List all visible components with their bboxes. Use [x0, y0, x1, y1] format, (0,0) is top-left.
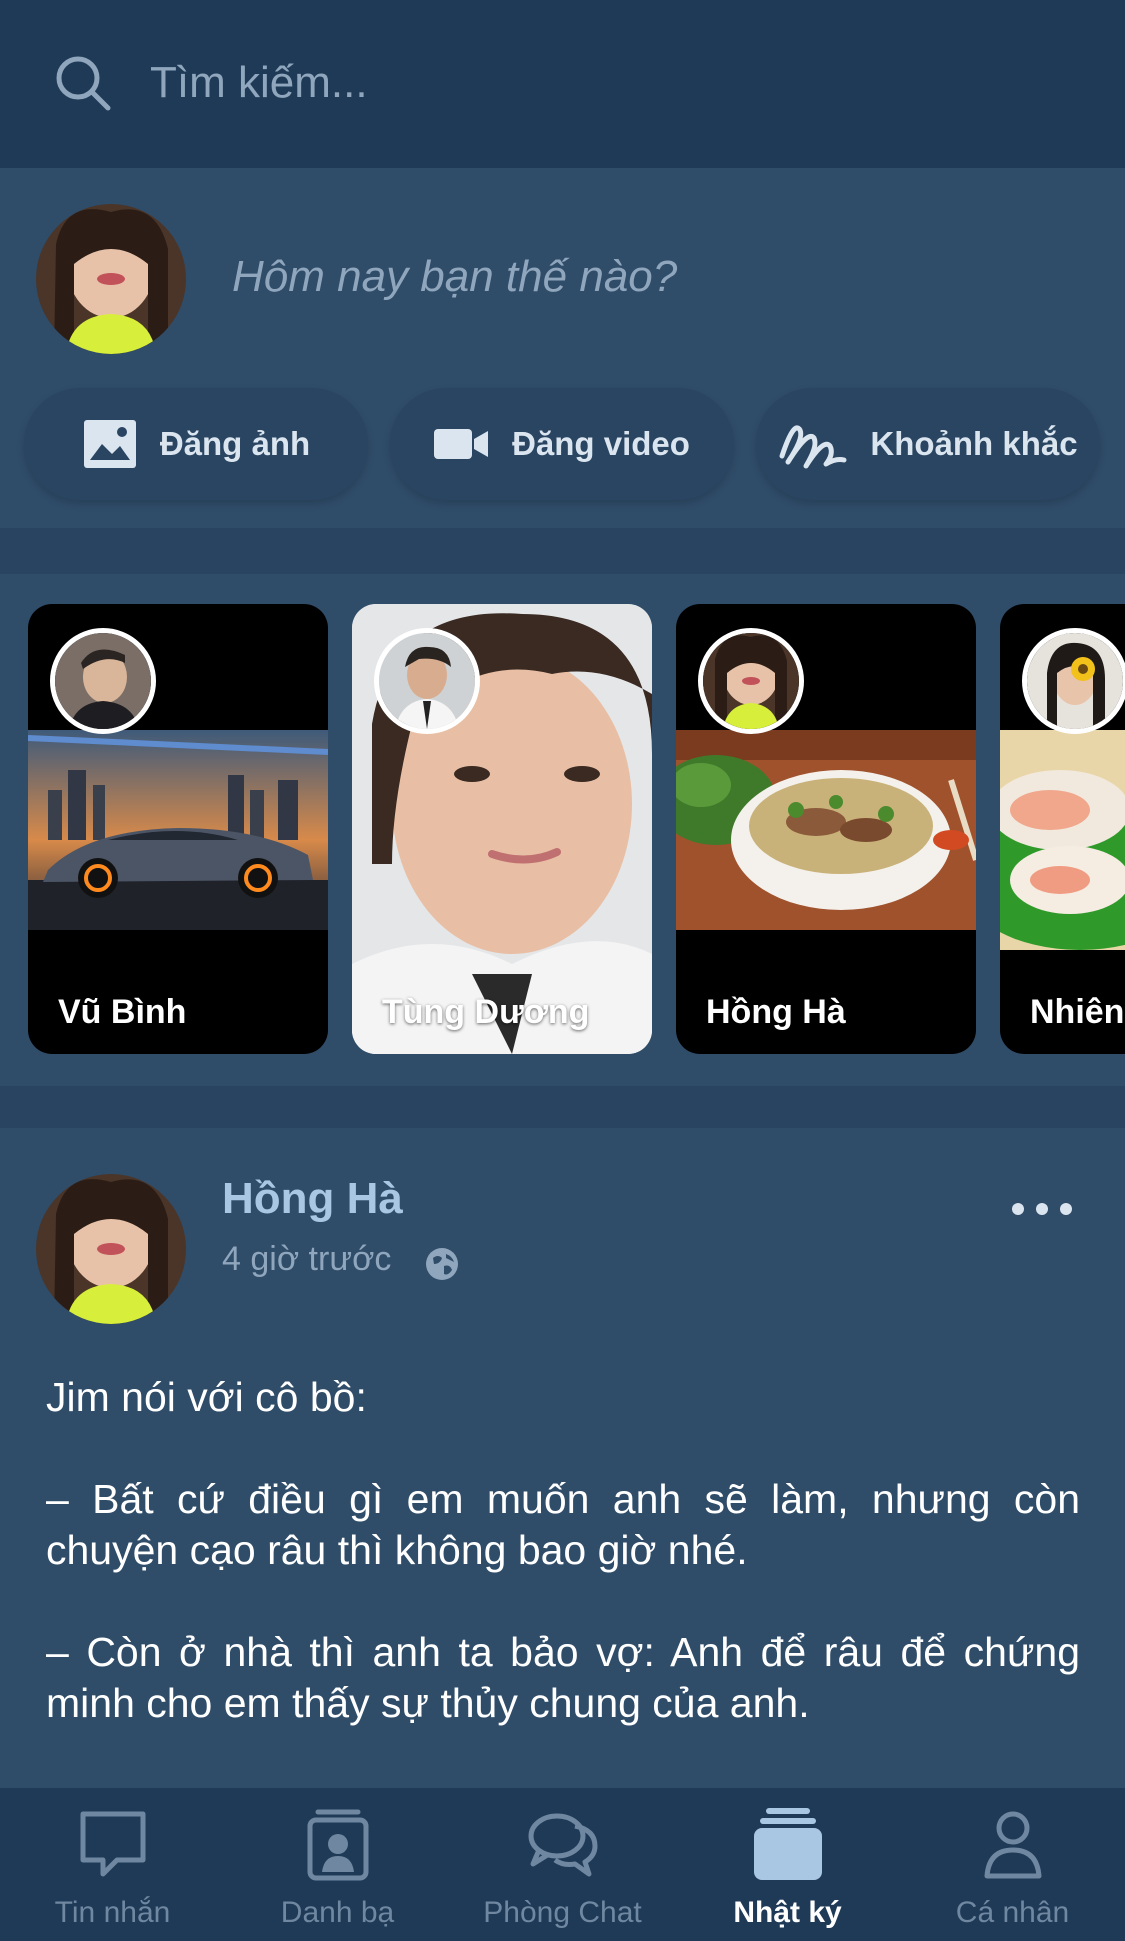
- image-icon: [83, 420, 136, 468]
- section-divider: [0, 1086, 1125, 1128]
- timeline-icon: [753, 1808, 822, 1880]
- globe-icon: [426, 1248, 458, 1280]
- post-paragraph: – Còn ở nhà thì anh ta bảo vợ: Anh để râ…: [46, 1629, 1080, 1726]
- story-card[interactable]: Hồng Hà: [676, 604, 976, 1054]
- story-card[interactable]: Nhiên: [1000, 604, 1125, 1054]
- post-composer: Hôm nay bạn thế nào? Đăng ảnh Đăng video…: [0, 168, 1125, 528]
- search-input[interactable]: [150, 50, 1050, 116]
- tab-label: Danh bạ: [280, 1896, 395, 1929]
- tab-label: Tin nhắn: [54, 1896, 171, 1929]
- story-name: Hồng Hà: [706, 993, 846, 1031]
- post-author[interactable]: Hồng Hà: [222, 1174, 403, 1224]
- video-icon: [434, 429, 489, 459]
- post-video-button[interactable]: Đăng video: [390, 388, 734, 500]
- post-body: Jim nói với cô bồ: – Bất cứ điều gì em m…: [46, 1372, 1080, 1780]
- search-bar: [0, 0, 1125, 168]
- contacts-icon: [307, 1809, 368, 1881]
- tab-chat-room[interactable]: Phòng Chat: [450, 1788, 675, 1941]
- more-options-icon[interactable]: [1010, 1198, 1074, 1220]
- post-video-label: Đăng video: [512, 425, 690, 462]
- stories-carousel[interactable]: Vũ Bình Tùng Dương Hồng Hà Nhiên: [0, 574, 1125, 1086]
- story-photo: [28, 730, 328, 930]
- post-time: 4 giờ trước: [222, 1240, 392, 1278]
- tab-profile[interactable]: Cá nhân: [900, 1788, 1125, 1941]
- tab-timeline[interactable]: Nhật ký: [675, 1788, 900, 1941]
- scribble-icon: [779, 425, 847, 469]
- feed-post: Hồng Hà 4 giờ trước Jim nói với cô bồ: –…: [0, 1128, 1125, 1788]
- story-avatar: [50, 628, 156, 734]
- story-avatar: [698, 628, 804, 734]
- moment-label: Khoảnh khắc: [870, 425, 1078, 462]
- post-paragraph: – Bất cứ điều gì em muốn anh sẽ làm, như…: [46, 1476, 1080, 1573]
- search-icon[interactable]: [52, 52, 114, 114]
- story-name: Vũ Bình: [58, 993, 187, 1031]
- tab-messages[interactable]: Tin nhắn: [0, 1788, 225, 1941]
- tab-label: Nhật ký: [733, 1896, 842, 1929]
- story-photo: [1000, 730, 1125, 950]
- post-photo-button[interactable]: Đăng ảnh: [24, 388, 368, 500]
- profile-icon: [984, 1811, 1041, 1879]
- avatar[interactable]: [36, 1174, 186, 1324]
- post-paragraph: Jim nói với cô bồ:: [46, 1374, 367, 1420]
- story-photo: [676, 730, 976, 930]
- story-name: Tùng Dương: [382, 993, 590, 1031]
- story-avatar: [1022, 628, 1125, 734]
- message-icon: [80, 1811, 145, 1877]
- bottom-tab-bar: Tin nhắn Danh bạ Phòng Chat Nhật ký Cá n…: [0, 1788, 1125, 1941]
- story-avatar: [374, 628, 480, 734]
- avatar[interactable]: [36, 204, 186, 354]
- story-card[interactable]: Vũ Bình: [28, 604, 328, 1054]
- story-name: Nhiên: [1030, 993, 1125, 1031]
- composer-prompt[interactable]: Hôm nay bạn thế nào?: [232, 252, 677, 302]
- tab-contacts[interactable]: Danh bạ: [225, 1788, 450, 1941]
- tab-label: Cá nhân: [955, 1896, 1070, 1929]
- chat-room-icon: [528, 1813, 597, 1877]
- moment-button[interactable]: Khoảnh khắc: [756, 388, 1100, 500]
- story-card[interactable]: Tùng Dương: [352, 604, 652, 1054]
- section-divider: [0, 528, 1125, 574]
- tab-label: Phòng Chat: [483, 1896, 642, 1929]
- post-photo-label: Đăng ảnh: [159, 425, 311, 462]
